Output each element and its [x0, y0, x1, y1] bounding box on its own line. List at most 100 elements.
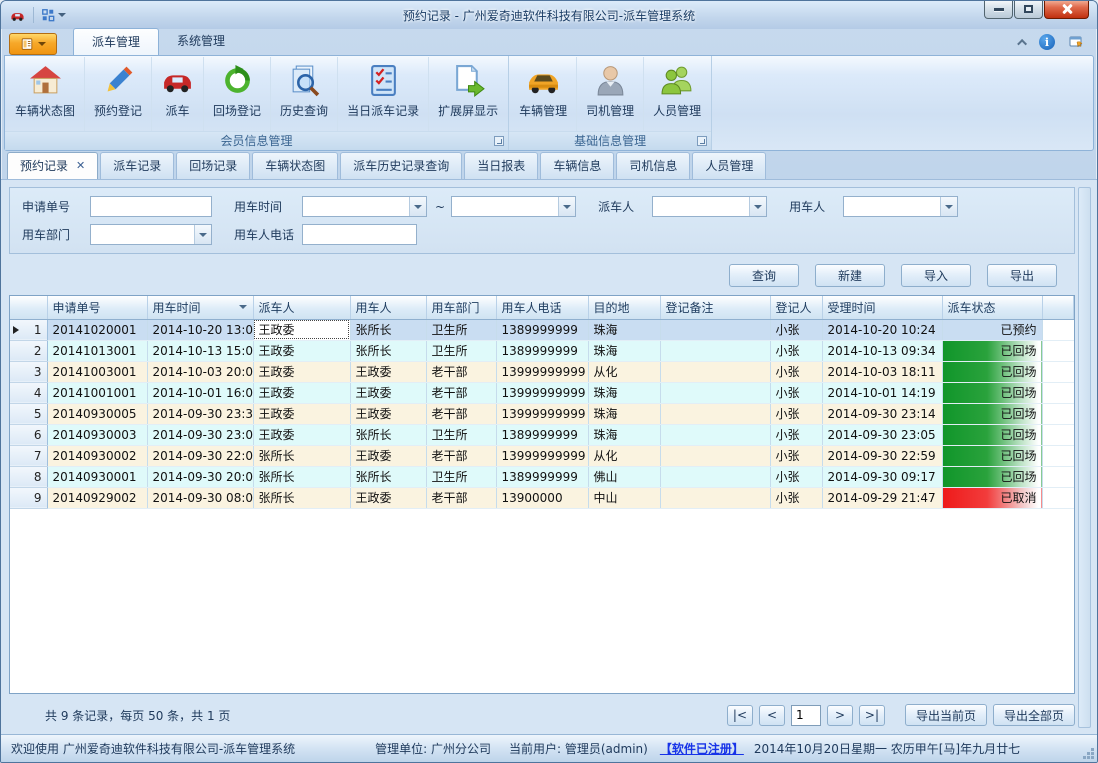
cell[interactable]: 小张 — [770, 445, 822, 466]
cell[interactable]: 老干部 — [426, 382, 496, 403]
cell[interactable]: 20140930005 — [47, 403, 147, 424]
row-indicator[interactable]: 7 — [10, 445, 47, 466]
cell[interactable]: 20141001001 — [47, 382, 147, 403]
cell[interactable]: 从化 — [588, 361, 660, 382]
cell[interactable]: 小张 — [770, 382, 822, 403]
column-header[interactable]: 申请单号 — [47, 296, 147, 319]
tab-close-icon[interactable]: ✕ — [76, 161, 85, 171]
cell[interactable]: 王政委 — [350, 361, 426, 382]
document-tab[interactable]: 司机信息 — [616, 152, 690, 179]
cell[interactable]: 珠海 — [588, 319, 660, 340]
ribbon-button-screen-export[interactable]: 扩展屏显示 — [429, 57, 507, 131]
cell[interactable]: 小张 — [770, 319, 822, 340]
restore-button[interactable] — [1014, 0, 1043, 19]
cell[interactable]: 珠海 — [588, 424, 660, 445]
cell[interactable]: 20141003001 — [47, 361, 147, 382]
cell[interactable] — [660, 487, 770, 508]
use-time-to-combo[interactable] — [451, 196, 576, 217]
cell[interactable]: 2014-09-30 23:30 — [147, 403, 253, 424]
cell[interactable]: 2014-09-30 23:00 — [147, 424, 253, 445]
table-row[interactable]: 4201410010012014-10-01 16:00王政委王政委老干部139… — [10, 382, 1074, 403]
table-row[interactable]: 9201409290022014-09-30 08:00张所长王政委老干部139… — [10, 487, 1074, 508]
cell[interactable]: 卫生所 — [426, 340, 496, 361]
app-menu-button[interactable] — [9, 33, 57, 55]
ribbon-button-driver[interactable]: 司机管理 — [577, 57, 644, 131]
cell[interactable]: 2014-09-30 23:14 — [822, 403, 942, 424]
cell[interactable]: 张所长 — [350, 340, 426, 361]
cell[interactable]: 已回场 — [942, 382, 1042, 403]
cell[interactable]: 1389999999 — [496, 340, 588, 361]
cell[interactable]: 老干部 — [426, 487, 496, 508]
cell[interactable]: 老干部 — [426, 403, 496, 424]
license-link[interactable]: 【软件已注册】 — [660, 740, 744, 757]
table-row[interactable]: 5201409300052014-09-30 23:30王政委王政委老干部139… — [10, 403, 1074, 424]
cell[interactable]: 13999999999 — [496, 403, 588, 424]
cell[interactable]: 卫生所 — [426, 424, 496, 445]
document-tab[interactable]: 预约记录✕ — [7, 152, 98, 179]
skin-icon[interactable] — [1067, 34, 1085, 50]
first-page-button[interactable]: |< — [727, 705, 753, 726]
cell[interactable]: 珠海 — [588, 382, 660, 403]
column-header[interactable]: 登记人 — [770, 296, 822, 319]
column-header[interactable]: 目的地 — [588, 296, 660, 319]
cell[interactable]: 小张 — [770, 424, 822, 445]
row-indicator[interactable]: 5 — [10, 403, 47, 424]
cell[interactable]: 从化 — [588, 445, 660, 466]
qat-dropdown-icon[interactable] — [58, 13, 66, 17]
document-tab[interactable]: 派车记录 — [100, 152, 174, 179]
cell[interactable]: 2014-10-13 09:34 — [822, 340, 942, 361]
cell[interactable] — [660, 361, 770, 382]
dropdown-arrow-icon[interactable] — [940, 197, 957, 216]
cell[interactable]: 王政委 — [350, 445, 426, 466]
cell[interactable]: 珠海 — [588, 403, 660, 424]
dialog-launcher-icon[interactable] — [697, 136, 707, 146]
row-indicator[interactable]: 1 — [10, 319, 47, 340]
cell[interactable]: 13999999999 — [496, 382, 588, 403]
close-button[interactable] — [1044, 0, 1089, 19]
cell[interactable]: 王政委 — [253, 403, 350, 424]
ribbon-tab[interactable]: 派车管理 — [73, 28, 159, 55]
dropdown-arrow-icon[interactable] — [409, 197, 426, 216]
cell[interactable]: 已回场 — [942, 403, 1042, 424]
dropdown-arrow-icon[interactable] — [558, 197, 575, 216]
column-header[interactable]: 派车状态 — [942, 296, 1042, 319]
cell[interactable]: 王政委 — [350, 403, 426, 424]
ribbon-button-car-red[interactable]: 派车 — [152, 57, 204, 131]
cell[interactable]: 中山 — [588, 487, 660, 508]
cell[interactable]: 2014-10-13 15:00 — [147, 340, 253, 361]
cell[interactable]: 2014-09-30 23:05 — [822, 424, 942, 445]
cell[interactable] — [660, 319, 770, 340]
quick-access-toolbar[interactable] — [41, 8, 66, 22]
cell[interactable]: 王政委 — [350, 487, 426, 508]
cell[interactable]: 20140930003 — [47, 424, 147, 445]
document-tab[interactable]: 车辆状态图 — [252, 152, 338, 179]
page-number-input[interactable] — [791, 705, 821, 726]
cell[interactable]: 20140930001 — [47, 466, 147, 487]
cell[interactable]: 张所长 — [253, 487, 350, 508]
import-button[interactable]: 导入 — [901, 264, 971, 287]
vertical-scrollbar[interactable] — [1078, 187, 1091, 728]
cell[interactable]: 2014-09-30 20:00 — [147, 466, 253, 487]
cell[interactable] — [660, 424, 770, 445]
query-button[interactable]: 查询 — [729, 264, 799, 287]
cell[interactable]: 2014-10-01 14:19 — [822, 382, 942, 403]
table-row[interactable]: 8201409300012014-09-30 20:00张所长张所长卫生所138… — [10, 466, 1074, 487]
cell[interactable]: 1389999999 — [496, 319, 588, 340]
cell[interactable]: 20141013001 — [47, 340, 147, 361]
grid-icon[interactable] — [41, 8, 55, 22]
phone-input[interactable] — [302, 224, 417, 245]
table-row[interactable]: 6201409300032014-09-30 23:00王政委张所长卫生所138… — [10, 424, 1074, 445]
cell[interactable]: 已回场 — [942, 466, 1042, 487]
cell[interactable]: 王政委 — [253, 319, 350, 340]
new-button[interactable]: 新建 — [815, 264, 885, 287]
cell[interactable]: 13900000 — [496, 487, 588, 508]
cell[interactable]: 卫生所 — [426, 466, 496, 487]
cell[interactable]: 王政委 — [253, 340, 350, 361]
column-header[interactable]: 用车时间 — [147, 296, 253, 319]
ribbon-button-people[interactable]: 人员管理 — [644, 57, 710, 131]
row-indicator[interactable]: 8 — [10, 466, 47, 487]
cell[interactable]: 1389999999 — [496, 466, 588, 487]
document-tab[interactable]: 人员管理 — [692, 152, 766, 179]
ribbon-button-recycle[interactable]: 回场登记 — [204, 57, 271, 131]
cell[interactable]: 老干部 — [426, 445, 496, 466]
